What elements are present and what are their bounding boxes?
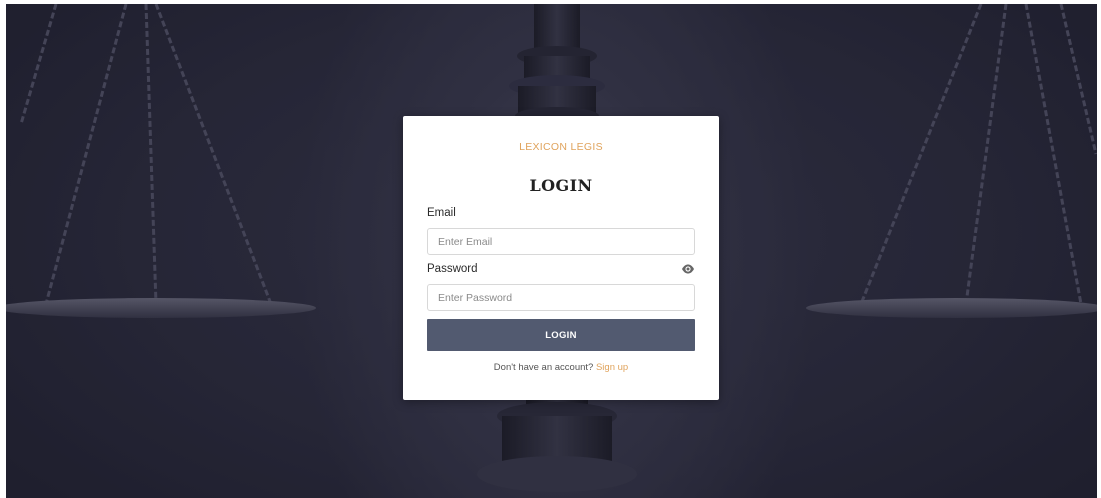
- email-input[interactable]: [427, 228, 695, 255]
- login-title: LOGIN: [529, 176, 593, 195]
- signup-link[interactable]: Sign up: [596, 362, 628, 373]
- login-card: LEXICON LEGIS LOGIN Email Password LOGIN…: [403, 116, 719, 400]
- login-button[interactable]: LOGIN: [427, 319, 695, 351]
- password-label: Password: [427, 263, 478, 275]
- signup-prompt: Don't have an account? Sign up: [403, 362, 719, 373]
- email-label: Email: [427, 207, 456, 219]
- password-input[interactable]: [427, 284, 695, 311]
- eye-icon[interactable]: [681, 262, 695, 274]
- signup-prompt-text: Don't have an account?: [493, 362, 594, 373]
- brand-name: LEXICON LEGIS: [519, 141, 603, 153]
